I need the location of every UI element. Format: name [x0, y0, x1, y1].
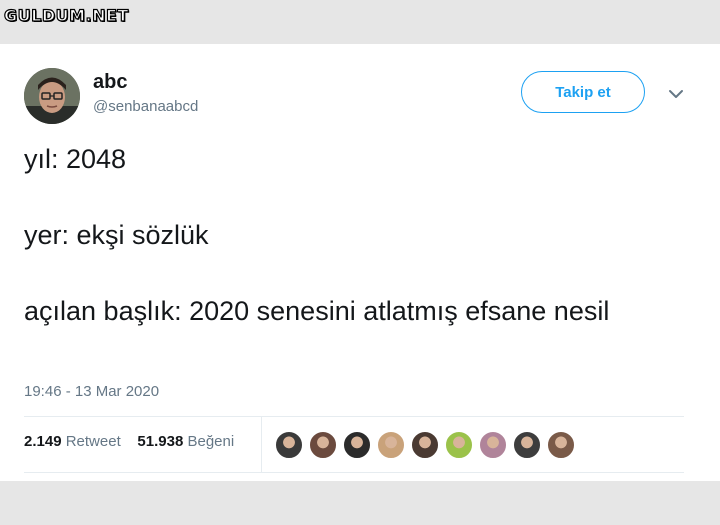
- liker-avatar[interactable]: [479, 431, 507, 459]
- engagement-stats: 2.149 Retweet 51.938 Beğeni: [24, 433, 234, 450]
- liker-avatar[interactable]: [411, 431, 439, 459]
- author-avatar[interactable]: [24, 68, 80, 124]
- retweet-label: Retweet: [65, 433, 121, 450]
- liker-avatar[interactable]: [445, 431, 473, 459]
- tweet-text: yıl: 2048 yer: ekşi sözlük açılan başlık…: [24, 140, 684, 330]
- author-name[interactable]: abc: [93, 71, 127, 94]
- retweet-stat[interactable]: 2.149 Retweet: [24, 433, 121, 450]
- liker-avatar[interactable]: [343, 431, 371, 459]
- like-label: Beğeni: [187, 433, 235, 450]
- liker-avatar[interactable]: [377, 431, 405, 459]
- retweet-count: 2.149: [24, 433, 62, 450]
- stats-separator: [261, 417, 262, 472]
- chevron-down-icon[interactable]: [666, 84, 686, 104]
- site-watermark: GULDUM.NET: [3, 5, 129, 25]
- liker-avatar[interactable]: [547, 431, 575, 459]
- divider: [24, 416, 684, 417]
- follow-button[interactable]: Takip et: [521, 71, 645, 113]
- tweet-line: açılan başlık: 2020 senesini atlatmış ef…: [24, 296, 610, 326]
- like-count: 51.938: [137, 433, 184, 450]
- tweet-line: yıl: 2048: [24, 144, 127, 174]
- tweet-card: abc @senbanaabcd Takip et yıl: 2048 yer:…: [0, 44, 720, 481]
- author-handle[interactable]: @senbanaabcd: [93, 98, 198, 115]
- like-stat[interactable]: 51.938 Beğeni: [137, 433, 234, 450]
- tweet-timestamp[interactable]: 19:46 - 13 Mar 2020: [24, 383, 159, 400]
- liker-avatar[interactable]: [513, 431, 541, 459]
- divider: [24, 472, 684, 473]
- liker-avatar[interactable]: [275, 431, 303, 459]
- tweet-line: yer: ekşi sözlük: [24, 220, 209, 250]
- liker-avatar[interactable]: [309, 431, 337, 459]
